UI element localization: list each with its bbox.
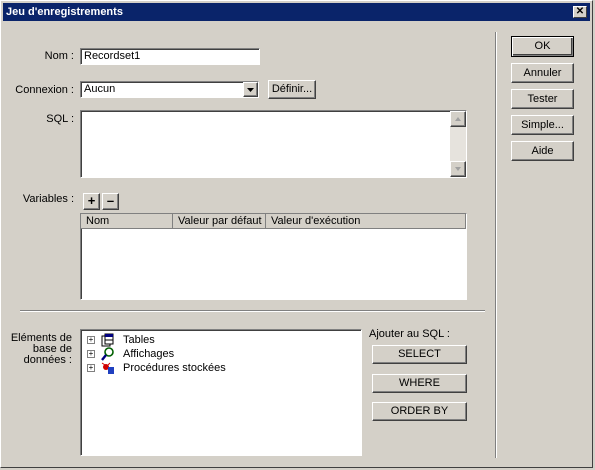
connection-value: Aucun	[84, 83, 116, 95]
order-by-button[interactable]: ORDER BY	[372, 402, 467, 421]
name-input[interactable]: Recordset1	[80, 48, 260, 65]
help-button[interactable]: Aide	[511, 141, 574, 161]
test-button[interactable]: Tester	[511, 89, 574, 109]
connection-label: Connexion :	[15, 84, 74, 96]
simple-button[interactable]: Simple...	[511, 115, 574, 135]
select-button[interactable]: SELECT	[372, 345, 467, 364]
title-bar: Jeu d'enregistrements ✕	[3, 3, 590, 21]
close-button[interactable]: ✕	[573, 6, 587, 18]
variables-table[interactable]: Nom Valeur par défaut Valeur d'exécution	[80, 213, 467, 300]
arrow-down-icon	[455, 167, 461, 171]
tree-item-label: Procédures stockées	[123, 362, 226, 374]
connection-dropdown-button[interactable]	[243, 82, 258, 97]
column-header-runtime-value[interactable]: Valeur d'exécution	[266, 214, 466, 229]
db-items-label: Eléments de base de données :	[10, 332, 72, 366]
remove-variable-button[interactable]: –	[102, 193, 119, 210]
column-header-default-value[interactable]: Valeur par défaut	[173, 214, 266, 229]
expand-icon[interactable]: +	[87, 364, 95, 372]
ok-button[interactable]: OK	[511, 36, 574, 57]
sql-textarea[interactable]	[80, 110, 467, 178]
connection-select[interactable]: Aucun	[80, 81, 259, 98]
stored-procedures-icon	[101, 362, 114, 374]
scroll-up-button[interactable]	[450, 111, 466, 127]
add-variable-button[interactable]: +	[83, 193, 100, 210]
vertical-separator	[495, 32, 497, 458]
tables-icon	[101, 333, 114, 347]
expand-icon[interactable]: +	[87, 336, 95, 344]
where-button[interactable]: WHERE	[372, 374, 467, 393]
add-to-sql-label: Ajouter au SQL :	[369, 328, 450, 340]
sql-scrollbar[interactable]	[450, 111, 466, 177]
views-icon	[101, 347, 114, 361]
expand-icon[interactable]: +	[87, 350, 95, 358]
variables-label: Variables :	[22, 193, 74, 205]
define-button[interactable]: Définir...	[268, 80, 316, 99]
sql-label: SQL :	[46, 113, 74, 125]
scroll-down-button[interactable]	[450, 161, 466, 177]
cancel-button[interactable]: Annuler	[511, 63, 574, 83]
db-items-tree[interactable]: + Tables + Affichages + Procédures stock…	[80, 329, 362, 456]
window-title: Jeu d'enregistrements	[6, 6, 123, 18]
arrow-up-icon	[455, 117, 461, 121]
horizontal-separator	[20, 310, 485, 312]
chevron-down-icon	[247, 88, 254, 92]
name-label: Nom :	[44, 50, 74, 62]
column-header-name[interactable]: Nom	[81, 214, 173, 229]
